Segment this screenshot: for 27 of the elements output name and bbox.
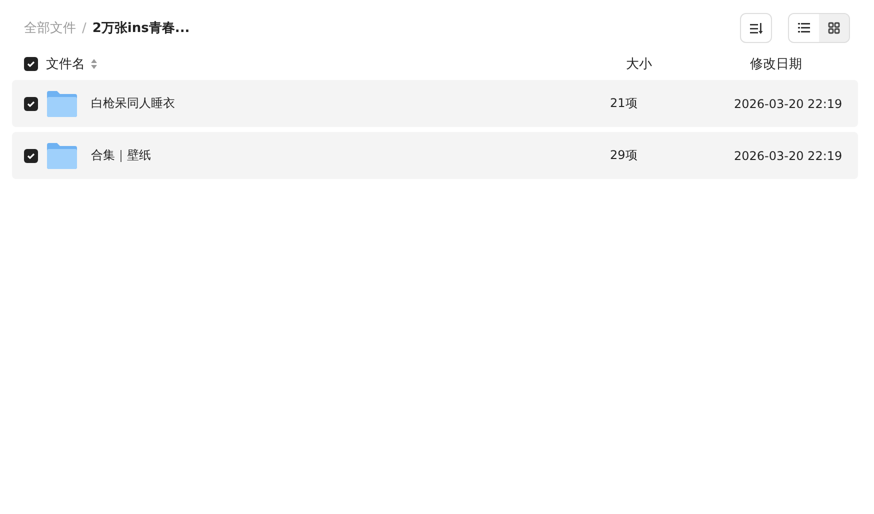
column-header: 修改日期 bbox=[750, 57, 802, 72]
file-name: 白枪呆同人睡衣 bbox=[91, 95, 176, 112]
grid-icon bbox=[828, 22, 840, 34]
folder-icon bbox=[47, 142, 77, 168]
list-icon bbox=[798, 23, 810, 33]
file-row[interactable]: 合集｜壁纸 29项 2026-03-20 22:19 bbox=[12, 132, 858, 179]
sort-icon[interactable] bbox=[91, 59, 97, 69]
column-header: 大小 bbox=[626, 57, 652, 72]
column-header[interactable]: 文件名 bbox=[46, 55, 85, 73]
sort-button[interactable] bbox=[740, 13, 772, 43]
checkbox[interactable] bbox=[24, 57, 38, 71]
check-icon bbox=[27, 60, 35, 68]
file-row[interactable]: 白枪呆同人睡衣 21项 2026-03-20 22:19 bbox=[12, 80, 858, 127]
item-count: 29项 bbox=[610, 147, 638, 164]
modified-date: 2026-03-20 22:19 bbox=[734, 96, 844, 110]
modified-date: 2026-03-20 22:19 bbox=[734, 148, 844, 162]
sort-icon bbox=[750, 22, 762, 34]
check-icon bbox=[27, 100, 35, 108]
file-name: 合集｜壁纸 bbox=[91, 147, 152, 164]
item-count: 21项 bbox=[610, 95, 638, 112]
checkbox[interactable] bbox=[24, 148, 38, 162]
list-view-button[interactable] bbox=[789, 14, 819, 42]
breadcrumb-item: 2万张ins青春... bbox=[92, 20, 190, 37]
breadcrumb-separator: / bbox=[82, 20, 86, 36]
check-icon bbox=[27, 152, 35, 160]
checkbox[interactable] bbox=[24, 96, 38, 110]
folder-icon bbox=[47, 90, 77, 116]
